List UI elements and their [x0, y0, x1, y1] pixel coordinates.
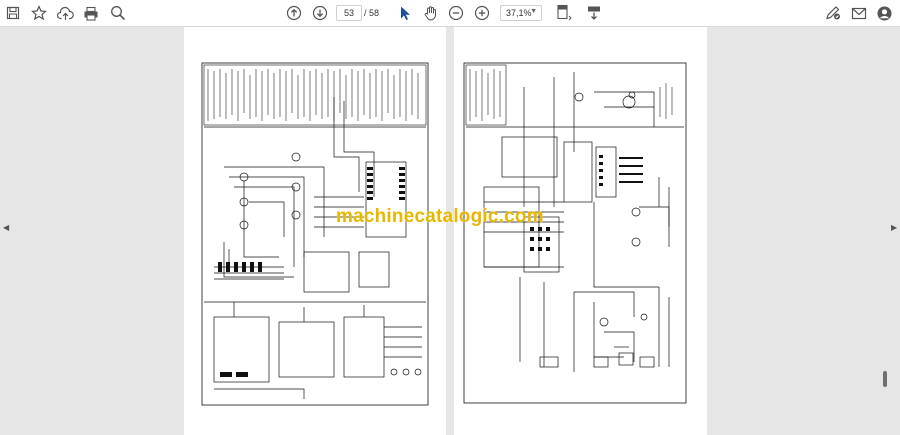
scroll-mode-icon[interactable]	[583, 3, 605, 23]
pdf-page-right	[454, 27, 707, 435]
page-down-icon[interactable]	[309, 3, 331, 23]
bookmark-star-icon[interactable]	[28, 3, 50, 23]
watermark-text: machinecatalogic.com	[336, 206, 544, 227]
save-icon[interactable]	[2, 3, 24, 23]
pdf-page-left	[184, 27, 446, 435]
mail-icon[interactable]	[848, 3, 870, 23]
account-icon[interactable]	[873, 3, 895, 23]
page-up-icon[interactable]	[283, 3, 305, 23]
zoom-level-select[interactable]: 37,1% ▼	[500, 5, 542, 21]
document-viewer[interactable]: ◀ ▶ machinecatalogic.com	[0, 27, 900, 435]
search-zoom-icon[interactable]	[107, 3, 129, 23]
right-panel-toggle-icon[interactable]: ▶	[891, 223, 897, 232]
vertical-scrollbar-thumb[interactable]	[883, 371, 887, 387]
zoom-out-icon[interactable]	[445, 3, 467, 23]
total-pages: 58	[369, 8, 380, 18]
wiring-schematic-right	[463, 62, 687, 404]
chevron-down-icon: ▼	[530, 8, 537, 15]
toolbar: 53 / 58 37,1% ▼	[0, 0, 900, 27]
cloud-upload-icon[interactable]	[54, 3, 76, 23]
zoom-level-value: 37,1%	[506, 8, 532, 18]
print-icon[interactable]	[80, 3, 102, 23]
hand-pan-icon[interactable]	[420, 3, 442, 23]
sign-pen-icon[interactable]	[822, 3, 844, 23]
page-number-input[interactable]: 53	[336, 5, 362, 21]
wiring-schematic-left	[201, 62, 429, 406]
left-panel-toggle-icon[interactable]: ◀	[3, 223, 9, 232]
select-cursor-icon[interactable]	[394, 3, 416, 23]
zoom-in-icon[interactable]	[471, 3, 493, 23]
page-fit-icon[interactable]	[553, 3, 575, 23]
page-separator: /	[364, 8, 367, 18]
